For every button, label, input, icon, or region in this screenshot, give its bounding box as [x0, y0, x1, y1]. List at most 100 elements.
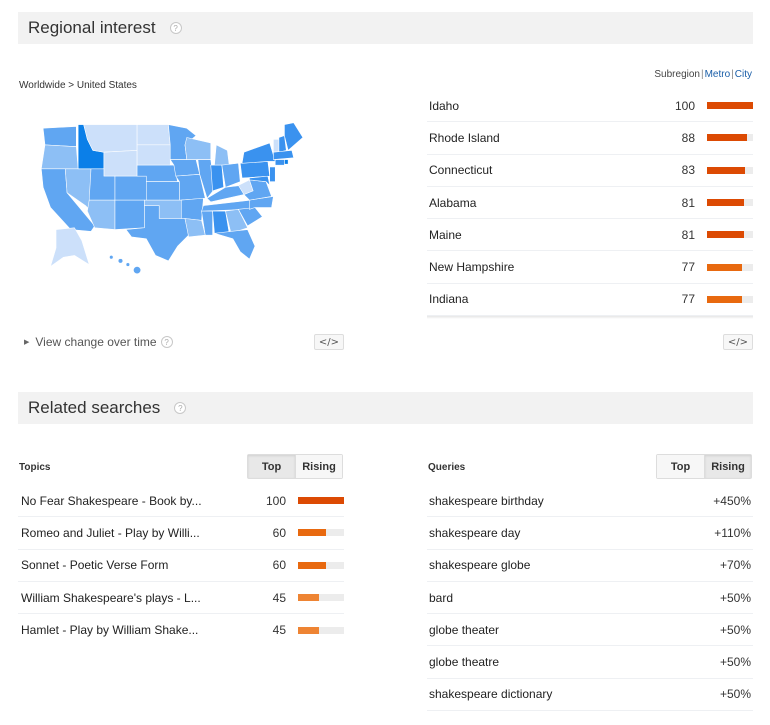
region-row[interactable]: Idaho 100 [427, 90, 753, 123]
state-ohio[interactable] [221, 162, 241, 188]
interest-bar-fill [298, 626, 319, 634]
row-value: 88 [681, 130, 695, 145]
topic-row[interactable]: Romeo and Juliet - Play by Willi... 60 [18, 517, 344, 550]
state-indiana[interactable] [210, 164, 224, 192]
state-connecticut[interactable] [274, 159, 285, 166]
query-row[interactable]: globe theatre +50% [427, 646, 753, 679]
row-name[interactable]: Sonnet - Poetic Verse Form [18, 558, 246, 572]
topic-row[interactable]: Hamlet - Play by William Shake... 45 [18, 614, 344, 646]
query-row[interactable]: bard +50% [427, 582, 753, 615]
row-value: 100 [265, 493, 286, 508]
row-name[interactable]: globe theatre [427, 655, 720, 669]
interest-bar-track [298, 561, 344, 569]
state-wisconsin[interactable] [184, 137, 212, 160]
region-row[interactable]: Maine 81 [427, 219, 753, 252]
query-row[interactable]: shakespeare globe +70% [427, 550, 753, 582]
queries-top-tab[interactable]: Top [657, 455, 704, 478]
state-vermont[interactable] [273, 139, 280, 153]
interest-bar-track [298, 594, 344, 602]
topics-list: No Fear Shakespeare - Book by... 100 Romeo… [18, 485, 344, 646]
state-louisiana[interactable] [184, 218, 206, 238]
state-montana[interactable] [83, 124, 138, 153]
state-new-mexico[interactable] [114, 199, 145, 230]
state-florida[interactable] [214, 229, 256, 260]
interest-bar-fill [707, 231, 745, 239]
state-wyoming[interactable] [103, 150, 138, 177]
help-icon[interactable]: ? [174, 402, 187, 414]
interest-bar-track [298, 529, 344, 537]
row-name[interactable]: Romeo and Juliet - Play by Willi... [18, 526, 246, 540]
query-row[interactable]: globe theater +50% [427, 614, 753, 647]
topics-label: Topics [19, 462, 51, 473]
row-name[interactable]: Connecticut [427, 163, 655, 177]
row-value: +50% [719, 655, 751, 670]
row-name[interactable]: bard [427, 591, 720, 605]
state-arkansas[interactable] [181, 197, 204, 221]
queries-label: Queries [428, 462, 466, 473]
state-new-york[interactable] [241, 142, 276, 164]
us-choropleth-map[interactable] [28, 108, 318, 283]
state-oregon[interactable] [40, 144, 79, 170]
row-name[interactable]: New Hampshire [427, 260, 655, 274]
state-hawaii[interactable] [109, 255, 142, 275]
scroll-shadow [427, 316, 753, 319]
topic-row[interactable]: No Fear Shakespeare - Book by... 100 [18, 485, 344, 518]
row-value: 77 [681, 260, 695, 275]
interest-bar-track [707, 295, 753, 303]
breadcrumb[interactable]: Worldwide > United States [19, 80, 137, 91]
topic-row[interactable]: William Shakespeare's plays - L... 45 [18, 582, 344, 615]
embed-map-button[interactable]: </> [314, 334, 344, 350]
region-row[interactable]: Indiana 77 [427, 284, 753, 317]
subregion-option[interactable]: Subregion [654, 69, 700, 80]
row-name[interactable]: Alabama [427, 196, 655, 210]
city-link[interactable]: City [735, 69, 752, 80]
metro-link[interactable]: Metro [705, 69, 731, 80]
state-massachusetts[interactable] [273, 150, 295, 160]
query-row[interactable]: shakespeare birthday +450% [427, 485, 753, 518]
state-pennsylvania[interactable] [239, 161, 271, 179]
state-kansas[interactable] [146, 181, 180, 201]
topics-top-tab[interactable]: Top [248, 455, 295, 478]
row-value: +110% [714, 525, 751, 540]
region-row[interactable]: Connecticut 83 [427, 155, 753, 187]
interest-bar-track [707, 199, 753, 207]
state-rhode-island[interactable] [284, 159, 289, 165]
row-value: 45 [272, 623, 286, 638]
resolution-switch: Subregion|Metro|City [654, 69, 752, 80]
state-alaska[interactable] [50, 227, 90, 268]
row-name[interactable]: globe theater [427, 623, 720, 637]
region-row[interactable]: New Hampshire 77 [427, 251, 753, 284]
row-name[interactable]: Idaho [427, 99, 655, 113]
row-name[interactable]: William Shakespeare's plays - L... [18, 591, 246, 605]
state-colorado[interactable] [114, 175, 147, 201]
embed-list-button[interactable]: </> [723, 334, 753, 350]
state-south-dakota[interactable] [136, 144, 171, 166]
row-name[interactable]: Indiana [427, 292, 655, 306]
region-row[interactable]: Alabama 81 [427, 187, 753, 220]
region-row[interactable]: Rhode Island 88 [427, 122, 753, 155]
row-name[interactable]: Maine [427, 228, 655, 242]
state-north-dakota[interactable] [136, 124, 171, 146]
row-name[interactable]: shakespeare day [427, 526, 714, 540]
help-icon[interactable]: ? [169, 22, 182, 34]
row-name[interactable]: Rhode Island [427, 131, 655, 145]
row-value: 81 [681, 227, 695, 242]
queries-rising-tab[interactable]: Rising [704, 455, 751, 478]
state-maine[interactable] [284, 122, 304, 151]
help-icon[interactable]: ? [160, 336, 173, 348]
interest-bar-fill [298, 561, 326, 569]
row-name[interactable]: shakespeare dictionary [427, 687, 720, 701]
row-name[interactable]: Hamlet - Play by William Shake... [18, 623, 246, 637]
row-name[interactable]: No Fear Shakespeare - Book by... [18, 494, 246, 508]
state-washington[interactable] [42, 126, 77, 147]
topics-rising-tab[interactable]: Rising [295, 455, 342, 478]
row-name[interactable]: shakespeare globe [427, 558, 720, 572]
row-value: +50% [719, 622, 751, 637]
query-row[interactable]: shakespeare dictionary +50% [427, 679, 753, 712]
state-michigan[interactable] [214, 144, 230, 166]
state-new-jersey[interactable] [269, 166, 276, 182]
topic-row[interactable]: Sonnet - Poetic Verse Form 60 [18, 550, 344, 582]
query-row[interactable]: shakespeare day +110% [427, 517, 753, 550]
view-change-over-time-toggle[interactable]: ▶ View change over time ? [24, 335, 173, 349]
row-name[interactable]: shakespeare birthday [427, 494, 713, 508]
